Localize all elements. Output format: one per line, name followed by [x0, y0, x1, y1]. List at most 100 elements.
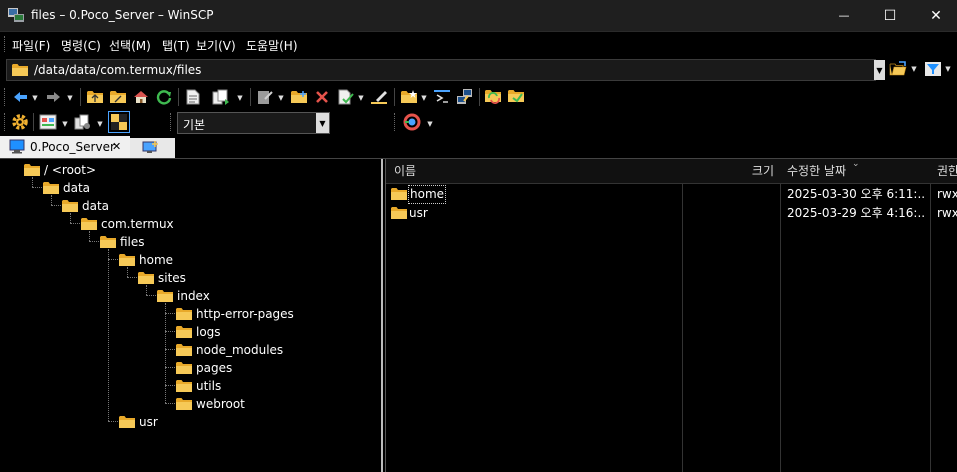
column-header-size[interactable]: 크기 — [686, 159, 774, 183]
properties-dropdown[interactable]: ▼ — [357, 93, 365, 103]
close-tab-icon[interactable]: ✕ — [112, 140, 121, 153]
toolbar-grip[interactable] — [170, 113, 174, 131]
queue-options-dropdown[interactable]: ▼ — [426, 119, 434, 129]
forward-button[interactable] — [45, 88, 63, 106]
bookmark-dropdown[interactable]: ▼ — [420, 93, 428, 103]
tree-node-files[interactable]: files — [100, 233, 145, 251]
putty-button[interactable] — [456, 88, 474, 106]
view-toolbar: ▼ ▼ 기본 ▼ ▼ — [0, 109, 957, 136]
tree-node-data[interactable]: data — [43, 179, 90, 197]
preferences-button[interactable] — [11, 113, 29, 131]
path-text: /data/data/com.termux/files — [34, 63, 202, 77]
filter-dropdown[interactable]: ▼ — [944, 64, 952, 74]
properties-button[interactable] — [337, 88, 355, 106]
tree-node-label: data — [63, 181, 91, 195]
queue-icon — [111, 114, 127, 130]
root-directory-button[interactable] — [109, 88, 127, 106]
window-title: files – 0.Poco_Server – WinSCP — [31, 8, 214, 22]
tree-node-data-data[interactable]: data — [62, 197, 109, 215]
tree-node-root[interactable]: / <root> — [24, 161, 96, 179]
transfer-settings-button[interactable] — [74, 113, 92, 131]
edit-button[interactable] — [256, 88, 274, 106]
maximize-button[interactable]: ☐ — [867, 0, 913, 31]
queue-options-button[interactable] — [403, 113, 421, 131]
folder-icon — [157, 289, 173, 303]
back-dropdown[interactable]: ▼ — [31, 93, 39, 103]
path-dropdown-button[interactable]: ▼ — [874, 60, 885, 80]
tree-node-node-modules[interactable]: node_modules — [176, 341, 283, 359]
transfer-profile-select[interactable]: 기본 ▼ — [177, 112, 330, 134]
new-session-icon — [142, 141, 158, 153]
view-style-dropdown[interactable]: ▼ — [61, 119, 69, 129]
add-bookmark-button[interactable] — [400, 88, 418, 106]
menu-view[interactable]: 보기(V) — [196, 37, 236, 54]
tab-poco-server[interactable]: 0.Poco_Server ✕ — [0, 136, 130, 158]
file-size — [686, 185, 774, 204]
putty-icon — [457, 89, 472, 104]
file-modified: 2025-03-29 오후 4:16:... — [787, 206, 925, 220]
menu-file[interactable]: 파일(F) — [12, 37, 50, 54]
forward-dropdown[interactable]: ▼ — [66, 93, 74, 103]
tree-node-logs[interactable]: logs — [176, 323, 221, 341]
toolbar-separator — [178, 88, 179, 106]
synchronize-dropdown[interactable]: ▼ — [236, 93, 244, 103]
tree-node-sites[interactable]: sites — [138, 269, 186, 287]
table-row[interactable]: home 2025-03-30 오후 6:11:... rwx — [386, 185, 957, 204]
find-files-button[interactable] — [184, 88, 202, 106]
navigation-toolbar: ▼ ▼ ▼ ▼ ▼ ▼ — [0, 85, 957, 109]
directory-tree: / <root> data data com.termux files home… — [0, 159, 381, 472]
maximize-icon: ☐ — [883, 7, 897, 24]
refresh-button[interactable] — [155, 88, 173, 106]
tree-node-usr[interactable]: usr — [119, 413, 158, 431]
tree-node-index[interactable]: index — [157, 287, 210, 305]
new-session-tab[interactable] — [130, 138, 175, 158]
tree-node-label: pages — [196, 361, 233, 375]
parent-directory-button[interactable] — [86, 88, 104, 106]
toolbar-grip[interactable] — [4, 113, 8, 131]
folder-icon — [391, 187, 407, 201]
tree-node-label: index — [177, 289, 210, 303]
home-directory-button[interactable] — [132, 88, 150, 106]
file-list-header: 이름 크기 수정한 날짜 ⌄ 권한 — [386, 159, 957, 184]
compare-directories-button[interactable] — [508, 88, 526, 106]
back-button[interactable] — [11, 88, 29, 106]
tree-node-com-termux[interactable]: com.termux — [81, 215, 174, 233]
tree-node-utils[interactable]: utils — [176, 377, 221, 395]
toolbar-grip[interactable] — [394, 113, 398, 131]
delete-button[interactable] — [313, 88, 331, 106]
edit-dropdown[interactable]: ▼ — [277, 93, 285, 103]
menu-tabs[interactable]: 탭(T) — [162, 37, 190, 54]
terminal-icon — [434, 90, 450, 103]
new-folder-button[interactable] — [290, 88, 308, 106]
sync-browsing-button[interactable] — [485, 88, 503, 106]
synchronize-button[interactable] — [212, 88, 230, 106]
tree-node-webroot[interactable]: webroot — [176, 395, 245, 413]
menu-commands[interactable]: 명령(C) — [61, 37, 101, 54]
minimize-button[interactable]: — — [821, 0, 867, 31]
queue-toggle-button[interactable] — [108, 111, 130, 133]
rename-button[interactable] — [370, 88, 388, 106]
column-header-rights[interactable]: 권한 — [937, 159, 957, 183]
path-input[interactable]: /data/data/com.termux/files — [6, 59, 876, 81]
folder-icon — [176, 307, 192, 321]
open-directory-dropdown[interactable]: ▼ — [910, 64, 918, 74]
menu-mark[interactable]: 선택(M) — [109, 37, 151, 54]
open-terminal-button[interactable] — [433, 88, 451, 106]
transfer-profile-value: 기본 — [183, 118, 206, 132]
transfer-settings-dropdown[interactable]: ▼ — [96, 119, 104, 129]
open-directory-button[interactable] — [889, 60, 907, 78]
view-style-button[interactable] — [39, 113, 57, 131]
column-header-name[interactable]: 이름 — [394, 159, 674, 183]
close-button[interactable]: ✕ — [913, 0, 957, 31]
toolbar-grip[interactable] — [4, 88, 8, 106]
table-row[interactable]: usr 2025-03-29 오후 4:16:... rwx — [386, 204, 957, 223]
transfer-profile-dropdown[interactable]: ▼ — [316, 113, 329, 133]
tree-node-home[interactable]: home — [119, 251, 173, 269]
menu-help[interactable]: 도움말(H) — [246, 37, 298, 54]
menu-grip[interactable] — [4, 36, 8, 52]
gear-icon — [12, 114, 28, 130]
view-list-icon — [39, 114, 57, 130]
tree-node-http-error-pages[interactable]: http-error-pages — [176, 305, 294, 323]
filter-button[interactable] — [924, 60, 942, 78]
tree-node-pages[interactable]: pages — [176, 359, 232, 377]
